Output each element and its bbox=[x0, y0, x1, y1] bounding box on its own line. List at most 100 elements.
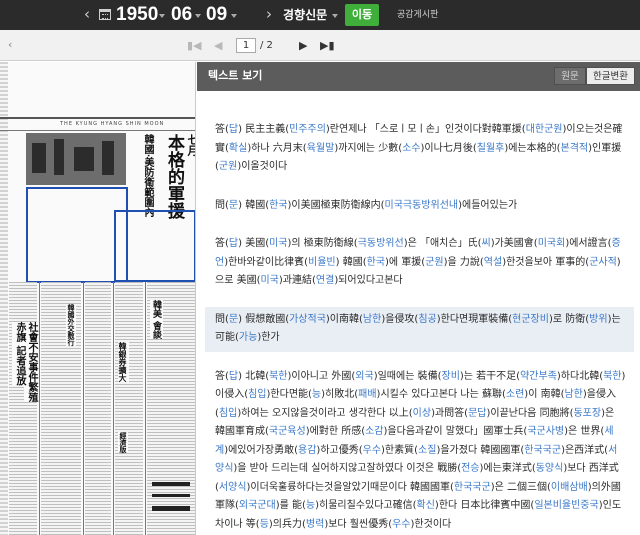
month-select[interactable]: 06 bbox=[171, 3, 192, 27]
article-text-run: )은西洋式( bbox=[561, 444, 609, 456]
hangul-reading: 서양식 bbox=[218, 481, 247, 493]
hangul-reading: 현군장비 bbox=[512, 313, 549, 325]
hangul-reading: 미국회 bbox=[537, 238, 566, 249]
page-number-input[interactable]: 1 bbox=[236, 38, 256, 53]
article-text-run: )이美國極東防衛線内( bbox=[287, 199, 385, 211]
hangul-reading: 전승 bbox=[461, 463, 480, 474]
hangul-reading: 비율빈 bbox=[308, 256, 336, 268]
article-text-run: )한바와같이比律賓( bbox=[224, 256, 309, 268]
article-text-run: )하고優秀( bbox=[316, 444, 363, 456]
chevron-right-icon[interactable]: › bbox=[266, 5, 272, 23]
hangul-reading: 대한군원 bbox=[525, 124, 563, 135]
newspaper-scan-image[interactable]: THE KYUNG HYANG SHIN MOON 七月 本格的軍援 韓國‧美防… bbox=[0, 62, 196, 535]
hangul-reading: 군원 bbox=[425, 256, 444, 268]
article-paragraph: 答(답) 北韓(북한)이아니고 外國(외국)일때에는 裝備(장비)는 若干不足(… bbox=[205, 364, 634, 535]
column-divider bbox=[145, 282, 146, 535]
hangul-reading: 국군육성 bbox=[268, 426, 306, 437]
article-paragraph: 答(답) 民主主義(민주주의)란연제나 「스로ㅣ모ㅣ손」인것이다對韓軍援(대한군… bbox=[205, 117, 634, 181]
article-text-run: )되어있다고본다 bbox=[334, 275, 403, 286]
article-text-run: )시킬수 있다고본다 나는 蘇聯( bbox=[376, 389, 506, 400]
article-text[interactable]: 答(답) 民主主義(민주주의)란연제나 「스로ㅣ모ㅣ손」인것이다對韓軍援(대한군… bbox=[197, 91, 640, 535]
hangul-reading: 병력 bbox=[305, 518, 325, 530]
page-navigation: ‹ ▮◀ ◀ 1 / 2 ▶ ▶▮ bbox=[0, 30, 640, 61]
hangul-reading: 가능 bbox=[238, 332, 258, 343]
article-text-run: )보다 훨씬優秀( bbox=[324, 518, 393, 530]
original-text-tab[interactable]: 원문 bbox=[554, 67, 586, 85]
selected-article-frame[interactable] bbox=[26, 187, 128, 283]
hangul-reading: 답 bbox=[228, 124, 239, 135]
article-text-run: 問( bbox=[215, 313, 229, 325]
article-text-run: )은 「애치슨」氏( bbox=[403, 238, 482, 249]
article-text-run: )이나七月後( bbox=[420, 142, 477, 154]
day-select[interactable]: 09 bbox=[206, 3, 227, 27]
hangul-reading: 국군사병 bbox=[527, 426, 565, 437]
headline-top: 七月 bbox=[186, 134, 196, 156]
hangul-reading: 연결 bbox=[315, 275, 335, 286]
headline-main: 本格的軍援 bbox=[164, 134, 184, 219]
chevron-down-icon[interactable] bbox=[159, 14, 165, 18]
hangul-reading: 미국 bbox=[269, 238, 288, 249]
calendar-icon[interactable] bbox=[99, 9, 111, 20]
hangul-reading: 극동방위선 bbox=[357, 238, 404, 249]
hangul-reading: 이상 bbox=[412, 407, 432, 419]
article-text-run: )를 能( bbox=[275, 500, 306, 511]
chevron-down-icon[interactable] bbox=[231, 14, 237, 18]
hangul-reading: 방위 bbox=[589, 313, 608, 325]
article-text-run: )로 防衛( bbox=[548, 313, 590, 325]
article-text-run: )에對한 所感( bbox=[305, 426, 366, 437]
hangul-reading: 외국 bbox=[355, 370, 374, 382]
article-text-run: )을 받아 드리는데 실어하지않고잘하였다 이것은 戰勝( bbox=[233, 463, 462, 474]
article-text-run: )한다면現軍裝備( bbox=[436, 313, 513, 325]
hangul-reading: 일본비율빈중국 bbox=[534, 500, 599, 511]
panel-title: 텍스트 보기 bbox=[208, 69, 263, 82]
hangul-reading: 군원 bbox=[218, 161, 238, 172]
go-button[interactable]: 이동 bbox=[345, 4, 379, 26]
hangul-reading: 북한 bbox=[603, 370, 622, 382]
board-link[interactable]: 공감게시판 bbox=[397, 8, 438, 22]
article-text-run: )의 極東防衛線( bbox=[287, 238, 358, 249]
prev-page-icon[interactable]: ◀ bbox=[214, 39, 222, 52]
hangul-reading: 문 bbox=[228, 313, 239, 325]
column-headline: 經濟版 bbox=[118, 432, 128, 453]
article-text-run: )을다음과같이 말했다」國軍士兵( bbox=[383, 426, 528, 437]
article-text-run: 答( bbox=[215, 124, 229, 135]
hangul-reading: 남한 bbox=[564, 389, 583, 400]
article-text-run: )한것이다 bbox=[410, 518, 452, 530]
collapse-chevron-icon[interactable]: ‹ bbox=[8, 38, 12, 51]
selected-article-frame[interactable] bbox=[114, 210, 195, 282]
last-page-icon[interactable]: ▶▮ bbox=[320, 39, 335, 52]
article-paragraph: 答(답) 美國(미국)의 極東防衛線(극동방위선)은 「애치슨」氏(씨)가美國會… bbox=[205, 231, 634, 295]
hangul-reading: 확실 bbox=[228, 142, 248, 154]
chevron-left-icon[interactable]: ‹ bbox=[84, 5, 90, 23]
text-column bbox=[85, 282, 111, 535]
hangul-reading: 군사적 bbox=[589, 256, 617, 268]
article-text-run: )에들어있는가 bbox=[458, 199, 518, 211]
article-text-run: )은 二個三個( bbox=[490, 481, 551, 493]
hangul-convert-tab[interactable]: 한글변환 bbox=[586, 67, 635, 85]
headline-sub: 韓國‧美防衛範圍內 bbox=[142, 134, 153, 218]
next-page-icon[interactable]: ▶ bbox=[299, 39, 307, 52]
article-text-run: )가美國會( bbox=[490, 238, 538, 249]
article-text-run: 答( bbox=[215, 370, 229, 382]
chevron-down-icon[interactable] bbox=[195, 14, 201, 18]
article-text-run: )한다면能( bbox=[266, 389, 312, 400]
hangul-reading: 민주주의 bbox=[289, 124, 326, 135]
hangul-reading: 한국 bbox=[269, 199, 288, 211]
hangul-reading: 약간부족 bbox=[520, 370, 557, 382]
ad-block bbox=[152, 482, 190, 486]
hangul-reading: 북한 bbox=[269, 370, 288, 382]
hangul-reading: 확신 bbox=[416, 500, 435, 511]
hangul-reading: 남한 bbox=[362, 313, 382, 325]
first-page-icon[interactable]: ▮◀ bbox=[187, 39, 202, 52]
chevron-down-icon[interactable] bbox=[332, 14, 338, 18]
newspaper-select[interactable]: 경향신문 bbox=[283, 6, 327, 24]
year-select[interactable]: 1950 bbox=[116, 3, 158, 27]
column-headline: 韓銀券擴大 bbox=[118, 342, 129, 382]
article-text-run: )히敗北( bbox=[321, 389, 359, 400]
article-text-run: )에는東洋式( bbox=[479, 463, 536, 474]
article-columns: 韓國外交敷行 社會不安事件繁殖 赤旗 記者追放 韓銀券擴大 韓美 會談 經濟版 bbox=[0, 282, 195, 535]
hangul-reading: 미국극동방위선내 bbox=[384, 199, 459, 211]
article-text-run: )한가 bbox=[257, 332, 280, 343]
text-column bbox=[115, 282, 143, 535]
article-text-run: 問( bbox=[215, 199, 229, 211]
